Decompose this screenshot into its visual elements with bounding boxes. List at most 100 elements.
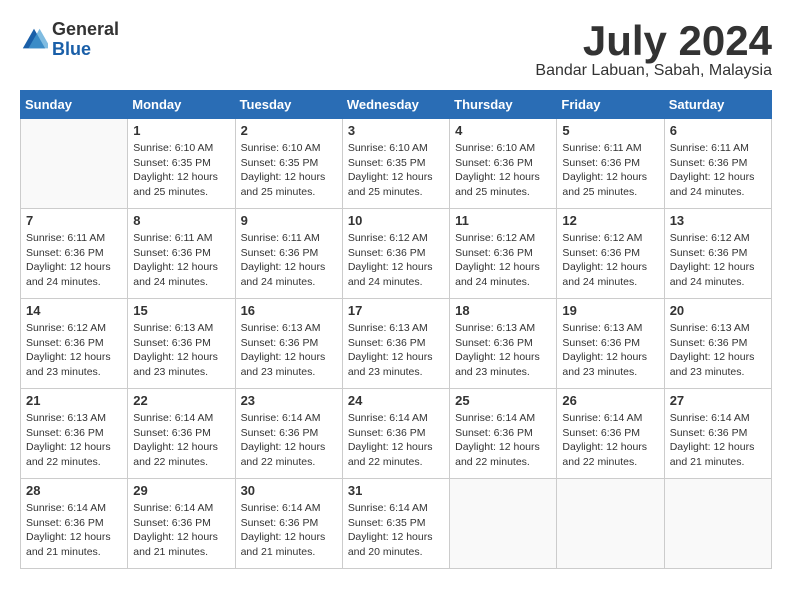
day-info: Sunrise: 6:14 AMSunset: 6:36 PMDaylight:… — [562, 411, 658, 470]
table-row: 24 Sunrise: 6:14 AMSunset: 6:36 PMDayligh… — [342, 389, 449, 479]
table-row: 6 Sunrise: 6:11 AMSunset: 6:36 PMDaylight… — [664, 119, 771, 209]
day-info: Sunrise: 6:14 AMSunset: 6:36 PMDaylight:… — [133, 501, 229, 560]
day-info: Sunrise: 6:14 AMSunset: 6:35 PMDaylight:… — [348, 501, 444, 560]
day-number: 12 — [562, 213, 658, 228]
table-row: 13 Sunrise: 6:12 AMSunset: 6:36 PMDayligh… — [664, 209, 771, 299]
day-info: Sunrise: 6:13 AMSunset: 6:36 PMDaylight:… — [670, 321, 766, 380]
logo-icon — [20, 26, 48, 54]
day-number: 31 — [348, 483, 444, 498]
table-row: 29 Sunrise: 6:14 AMSunset: 6:36 PMDayligh… — [128, 479, 235, 569]
day-info: Sunrise: 6:14 AMSunset: 6:36 PMDaylight:… — [26, 501, 122, 560]
col-monday: Monday — [128, 91, 235, 119]
day-number: 27 — [670, 393, 766, 408]
day-info: Sunrise: 6:13 AMSunset: 6:36 PMDaylight:… — [562, 321, 658, 380]
table-row: 4 Sunrise: 6:10 AMSunset: 6:36 PMDaylight… — [450, 119, 557, 209]
day-number: 17 — [348, 303, 444, 318]
col-thursday: Thursday — [450, 91, 557, 119]
table-row: 14Sunrise: 6:12 AMSunset: 6:36 PMDayligh… — [21, 299, 128, 389]
calendar-week-row: 14Sunrise: 6:12 AMSunset: 6:36 PMDayligh… — [21, 299, 772, 389]
table-row: 9Sunrise: 6:11 AMSunset: 6:36 PMDaylight… — [235, 209, 342, 299]
day-number: 5 — [562, 123, 658, 138]
day-number: 15 — [133, 303, 229, 318]
table-row: 15 Sunrise: 6:13 AMSunset: 6:36 PMDayligh… — [128, 299, 235, 389]
col-sunday: Sunday — [21, 91, 128, 119]
table-row: 22 Sunrise: 6:14 AMSunset: 6:36 PMDayligh… — [128, 389, 235, 479]
day-info: Sunrise: 6:13 AMSunset: 6:36 PMDaylight:… — [26, 411, 122, 470]
day-info: Sunrise: 6:12 AMSunset: 6:36 PMDaylight:… — [670, 231, 766, 290]
table-row — [664, 479, 771, 569]
day-info: Sunrise: 6:13 AMSunset: 6:36 PMDaylight:… — [348, 321, 444, 380]
day-info: Sunrise: 6:10 AMSunset: 6:36 PMDaylight:… — [455, 141, 551, 200]
table-row: 30Sunrise: 6:14 AMSunset: 6:36 PMDayligh… — [235, 479, 342, 569]
day-number: 11 — [455, 213, 551, 228]
day-number: 19 — [562, 303, 658, 318]
calendar-week-row: 28 Sunrise: 6:14 AMSunset: 6:36 PMDayligh… — [21, 479, 772, 569]
day-number: 22 — [133, 393, 229, 408]
col-friday: Friday — [557, 91, 664, 119]
table-row: 5Sunrise: 6:11 AMSunset: 6:36 PMDaylight… — [557, 119, 664, 209]
table-row — [21, 119, 128, 209]
day-info: Sunrise: 6:14 AMSunset: 6:36 PMDaylight:… — [348, 411, 444, 470]
logo: General Blue — [20, 20, 119, 60]
table-row: 8 Sunrise: 6:11 AMSunset: 6:36 PMDaylight… — [128, 209, 235, 299]
day-number: 2 — [241, 123, 337, 138]
table-row: 20 Sunrise: 6:13 AMSunset: 6:36 PMDayligh… — [664, 299, 771, 389]
day-number: 26 — [562, 393, 658, 408]
day-info: Sunrise: 6:13 AMSunset: 6:36 PMDaylight:… — [455, 321, 551, 380]
day-number: 13 — [670, 213, 766, 228]
month-title: July 2024 — [535, 20, 772, 62]
table-row: 19 Sunrise: 6:13 AMSunset: 6:36 PMDayligh… — [557, 299, 664, 389]
day-info: Sunrise: 6:12 AMSunset: 6:36 PMDaylight:… — [26, 321, 122, 380]
day-info: Sunrise: 6:14 AMSunset: 6:36 PMDaylight:… — [241, 501, 337, 560]
day-number: 8 — [133, 213, 229, 228]
calendar-table: Sunday Monday Tuesday Wednesday Thursday… — [20, 90, 772, 569]
title-block: July 2024 Bandar Labuan, Sabah, Malaysia — [535, 20, 772, 80]
day-info: Sunrise: 6:14 AMSunset: 6:36 PMDaylight:… — [455, 411, 551, 470]
day-number: 6 — [670, 123, 766, 138]
day-info: Sunrise: 6:10 AMSunset: 6:35 PMDaylight:… — [348, 141, 444, 200]
calendar-header-row: Sunday Monday Tuesday Wednesday Thursday… — [21, 91, 772, 119]
day-info: Sunrise: 6:14 AMSunset: 6:36 PMDaylight:… — [241, 411, 337, 470]
day-info: Sunrise: 6:14 AMSunset: 6:36 PMDaylight:… — [670, 411, 766, 470]
day-number: 18 — [455, 303, 551, 318]
day-number: 20 — [670, 303, 766, 318]
calendar-page: General Blue July 2024 Bandar Labuan, Sa… — [0, 0, 792, 579]
day-number: 23 — [241, 393, 337, 408]
day-number: 3 — [348, 123, 444, 138]
table-row: 28 Sunrise: 6:14 AMSunset: 6:36 PMDayligh… — [21, 479, 128, 569]
day-info: Sunrise: 6:11 AMSunset: 6:36 PMDaylight:… — [133, 231, 229, 290]
day-info: Sunrise: 6:13 AMSunset: 6:36 PMDaylight:… — [133, 321, 229, 380]
day-info: Sunrise: 6:11 AMSunset: 6:36 PMDaylight:… — [670, 141, 766, 200]
day-number: 25 — [455, 393, 551, 408]
day-number: 4 — [455, 123, 551, 138]
day-info: Sunrise: 6:10 AMSunset: 6:35 PMDaylight:… — [241, 141, 337, 200]
day-number: 9 — [241, 213, 337, 228]
table-row: 12 Sunrise: 6:12 AMSunset: 6:36 PMDayligh… — [557, 209, 664, 299]
table-row: 1Sunrise: 6:10 AMSunset: 6:35 PMDaylight… — [128, 119, 235, 209]
day-info: Sunrise: 6:12 AMSunset: 6:36 PMDaylight:… — [562, 231, 658, 290]
calendar-week-row: 1Sunrise: 6:10 AMSunset: 6:35 PMDaylight… — [21, 119, 772, 209]
calendar-week-row: 7Sunrise: 6:11 AMSunset: 6:36 PMDaylight… — [21, 209, 772, 299]
calendar-week-row: 21Sunrise: 6:13 AMSunset: 6:36 PMDayligh… — [21, 389, 772, 479]
col-saturday: Saturday — [664, 91, 771, 119]
location: Bandar Labuan, Sabah, Malaysia — [535, 62, 772, 80]
table-row: 11Sunrise: 6:12 AMSunset: 6:36 PMDayligh… — [450, 209, 557, 299]
header: General Blue July 2024 Bandar Labuan, Sa… — [20, 20, 772, 80]
logo-text: General Blue — [52, 20, 119, 60]
col-tuesday: Tuesday — [235, 91, 342, 119]
logo-blue: Blue — [52, 40, 119, 60]
day-number: 29 — [133, 483, 229, 498]
day-number: 24 — [348, 393, 444, 408]
table-row: 31 Sunrise: 6:14 AMSunset: 6:35 PMDayligh… — [342, 479, 449, 569]
table-row: 16Sunrise: 6:13 AMSunset: 6:36 PMDayligh… — [235, 299, 342, 389]
table-row: 2 Sunrise: 6:10 AMSunset: 6:35 PMDaylight… — [235, 119, 342, 209]
table-row — [450, 479, 557, 569]
day-info: Sunrise: 6:14 AMSunset: 6:36 PMDaylight:… — [133, 411, 229, 470]
table-row: 18 Sunrise: 6:13 AMSunset: 6:36 PMDayligh… — [450, 299, 557, 389]
day-number: 10 — [348, 213, 444, 228]
day-number: 28 — [26, 483, 122, 498]
table-row — [557, 479, 664, 569]
table-row: 25 Sunrise: 6:14 AMSunset: 6:36 PMDayligh… — [450, 389, 557, 479]
table-row: 10Sunrise: 6:12 AMSunset: 6:36 PMDayligh… — [342, 209, 449, 299]
logo-general: General — [52, 20, 119, 40]
